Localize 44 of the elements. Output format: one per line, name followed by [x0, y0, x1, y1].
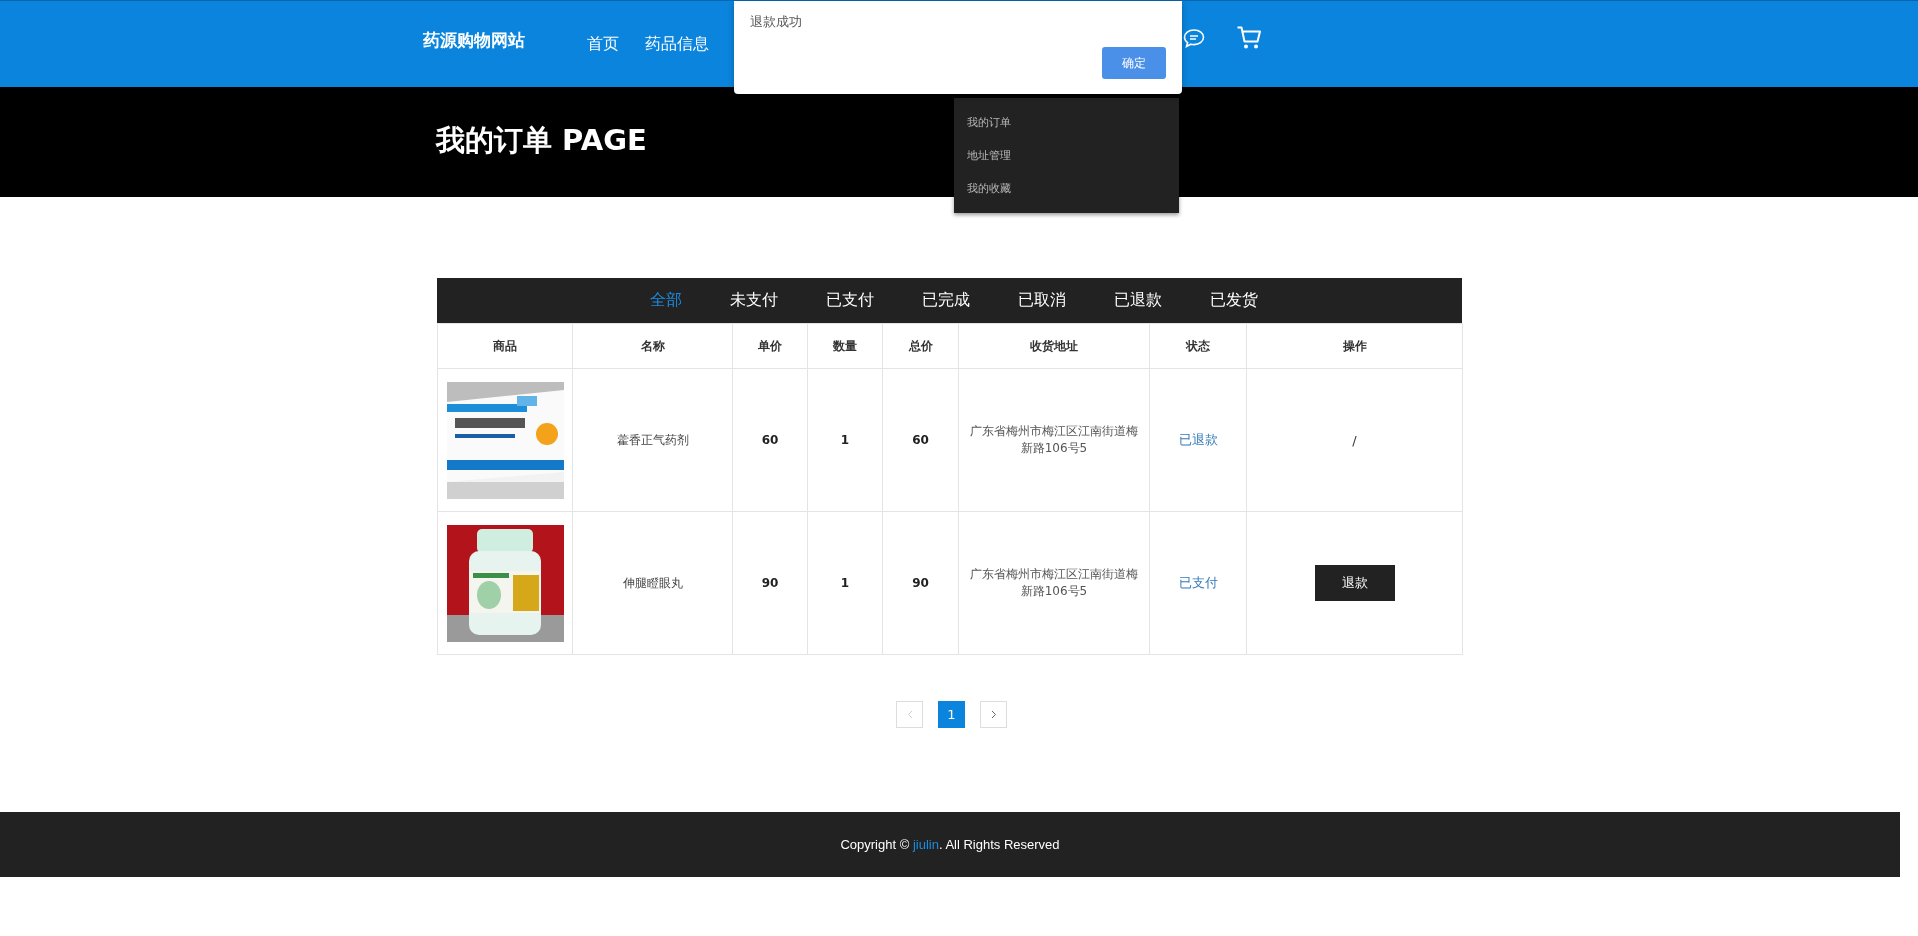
column-header: 数量: [807, 323, 883, 369]
price: 90: [761, 576, 779, 590]
menu-item[interactable]: 地址管理: [954, 139, 1179, 172]
chevron-left-icon: [906, 710, 913, 719]
no-action: /: [1352, 432, 1357, 448]
column-header: 收货地址: [958, 323, 1150, 369]
status-tab[interactable]: 已支付: [825, 282, 874, 319]
menu-item[interactable]: 我的收藏: [954, 172, 1179, 205]
product-name: 伸腿瞪眼丸: [622, 575, 683, 590]
page-title: 我的订单 PAGE: [436, 122, 647, 159]
refund-button[interactable]: 退款: [1314, 565, 1395, 601]
cart-icon[interactable]: [1236, 25, 1262, 51]
author-link[interactable]: jiulin: [912, 837, 939, 852]
shipping-address: 广东省梅州市梅江区江南街道梅新路106号5: [969, 566, 1139, 600]
status-tab[interactable]: 已发货: [1209, 282, 1258, 319]
quantity: 1: [840, 576, 850, 590]
status-tab[interactable]: 已取消: [1017, 282, 1066, 319]
nav-link[interactable]: 首页: [587, 33, 619, 55]
price: 90: [912, 576, 929, 590]
column-header: 商品: [437, 323, 573, 369]
chat-icon[interactable]: [1182, 27, 1206, 49]
dialog-message: 退款成功: [750, 13, 802, 31]
status-tab[interactable]: 已完成: [921, 282, 970, 319]
nav-link[interactable]: 药品信息: [645, 33, 709, 55]
column-header: 总价: [882, 323, 959, 369]
copyright-text: Copyright © jiulin. All Rights Reserved: [840, 837, 1060, 852]
column-header: 操作: [1246, 323, 1463, 369]
status-tab[interactable]: 已退款: [1113, 282, 1162, 319]
column-header: 状态: [1149, 323, 1247, 369]
order-status: 已退款: [1178, 432, 1218, 447]
column-header: 单价: [732, 323, 808, 369]
shipping-address: 广东省梅州市梅江区江南街道梅新路106号5: [969, 423, 1139, 457]
site-logo[interactable]: 药源购物网站: [423, 28, 525, 52]
status-tab[interactable]: 未支付: [729, 282, 778, 319]
price: 60: [761, 433, 779, 447]
product-name: 藿香正气药剂: [616, 432, 689, 447]
chevron-right-icon: [990, 710, 997, 719]
column-header: 名称: [572, 323, 733, 369]
menu-item[interactable]: 我的订单: [954, 106, 1179, 139]
status-tab[interactable]: 全部: [649, 282, 682, 319]
quantity: 1: [840, 433, 850, 447]
page-button[interactable]: 1: [938, 701, 965, 728]
price: 60: [912, 433, 929, 447]
order-status: 已支付: [1178, 575, 1218, 590]
